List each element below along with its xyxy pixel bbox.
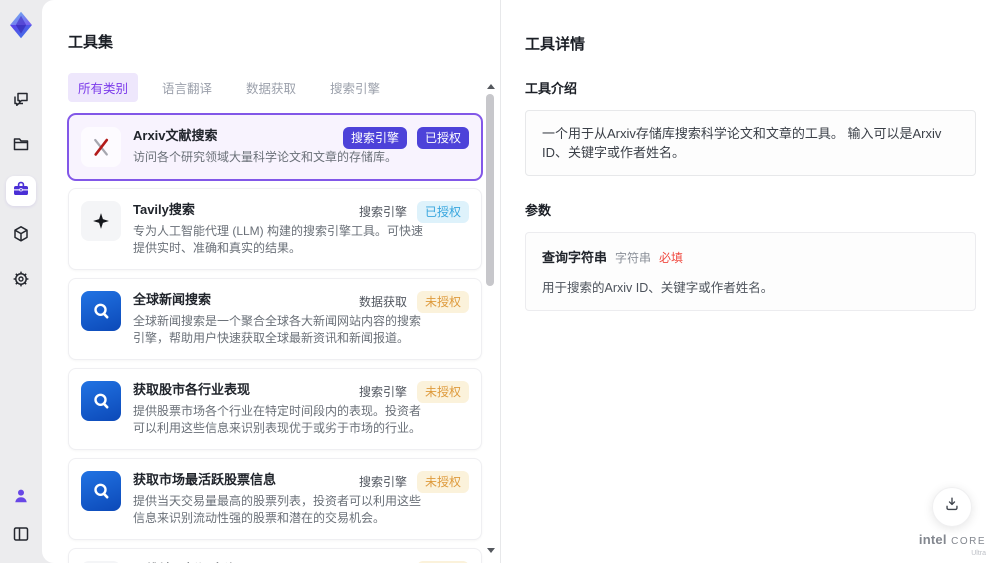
category-tab[interactable]: 语言翻译	[152, 73, 222, 102]
param-required-badge: 必填	[659, 251, 684, 266]
scroll-down-arrow-icon[interactable]	[487, 548, 495, 553]
sidebar-bottom	[6, 483, 36, 551]
param-name: 查询字符串	[542, 250, 608, 266]
sidebar-item-tools[interactable]	[6, 176, 36, 206]
detail-title: 工具详情	[525, 36, 586, 54]
user-icon	[11, 486, 31, 511]
tool-description: 提供当天交易量最高的股票列表，投资者可以利用这些信息来识别流动性强的股票和潜在的…	[133, 494, 422, 526]
tool-description: 专为人工智能代理 (LLM) 构建的搜索引擎工具。可快速提供实时、准确和真实的结…	[133, 224, 424, 256]
sidebar-item-models[interactable]	[6, 221, 36, 251]
category-badge: 数据获取	[358, 295, 407, 310]
param-type: 字符串	[615, 251, 652, 266]
sidebar-item-profile[interactable]	[6, 483, 36, 513]
sidebar-nav	[6, 86, 36, 296]
category-badge: 搜索引擎	[358, 475, 407, 490]
param-description: 用于搜索的Arxiv ID、关键字或作者姓名。	[542, 281, 774, 296]
tool-card[interactable]: 获取股市各行业表现 提供股票市场各个行业在特定时间段内的表现。投资者可以利用这些…	[68, 368, 482, 451]
app-logo-diamond-icon[interactable]	[6, 10, 36, 40]
intel-core-logo: intel CORE Ultra	[919, 532, 986, 557]
briefcase-icon	[11, 179, 31, 204]
param-list: 查询字符串 字符串 必填 用于搜索的Arxiv ID、关键字或作者姓名。	[525, 232, 976, 312]
page-title: 工具集	[68, 34, 114, 52]
tool-card[interactable]: Tavily搜索 专为人工智能代理 (LLM) 构建的搜索引擎工具。可快速提供实…	[68, 188, 482, 271]
tool-description: 全球新闻搜索是一个聚合全球各大新闻网站内容的搜索引擎，帮助用户快速获取全球最新资…	[133, 314, 422, 346]
category-tab[interactable]: 搜索引擎	[320, 73, 390, 102]
stock-search-logo-icon	[81, 471, 121, 512]
brand-intel: intel	[918, 531, 947, 547]
sidebar-item-files[interactable]	[6, 131, 36, 161]
tool-description: 访问各个研究领域大量科学论文和文章的存储库。	[133, 150, 398, 165]
tool-card[interactable]: 全球新闻搜索 全球新闻搜索是一个聚合全球各大新闻网站内容的搜索引擎，帮助用户快速…	[68, 278, 482, 361]
status-badge: 已授权	[416, 201, 469, 224]
arxiv-logo-icon	[81, 127, 121, 168]
list-scrollbar	[484, 84, 496, 553]
folder-icon	[11, 134, 31, 159]
panel-icon	[11, 524, 31, 549]
status-badge: 未授权	[416, 381, 469, 404]
status-badge: 已授权	[416, 127, 469, 150]
sidebar-item-chat[interactable]	[6, 86, 36, 116]
brand-ultra: Ultra	[971, 549, 986, 557]
news-search-logo-icon	[81, 291, 121, 332]
corner-widgets: intel CORE Ultra	[919, 486, 986, 557]
tool-card-list: Arxiv文献搜索 访问各个研究领域大量科学论文和文章的存储库。 搜索引擎 已授…	[68, 114, 482, 563]
sidebar-item-collapse[interactable]	[6, 521, 36, 551]
sidebar-item-settings[interactable]	[6, 266, 36, 296]
param-item: 查询字符串 字符串 必填 用于搜索的Arxiv ID、关键字或作者姓名。	[525, 232, 976, 312]
app-window: 工具集 所有类别 语言翻译 数据获取 搜索引擎 Arxiv文献搜索 访问各个研究…	[0, 0, 1000, 563]
scrollbar-thumb[interactable]	[486, 94, 494, 286]
category-badge: 搜索引擎	[358, 205, 407, 220]
category-tab[interactable]: 所有类别	[68, 73, 139, 103]
category-tabs: 所有类别 语言翻译 数据获取 搜索引擎	[68, 73, 500, 103]
scroll-up-arrow-icon[interactable]	[487, 84, 495, 89]
cube-icon	[11, 224, 31, 249]
sidebar	[0, 0, 42, 563]
gear-icon	[11, 269, 31, 294]
tool-intro-text: 一个用于从Arxiv存储库搜索科学论文和文章的工具。 输入可以是Arxiv ID…	[525, 110, 976, 177]
tool-detail-panel: 工具详情 工具介绍 一个用于从Arxiv存储库搜索科学论文和文章的工具。 输入可…	[500, 0, 1000, 563]
status-badge: 未授权	[416, 471, 469, 494]
category-tab[interactable]: 数据获取	[236, 73, 306, 102]
stock-search-logo-icon	[81, 381, 121, 422]
tool-description: 提供股票市场各个行业在特定时间段内的表现。投资者可以利用这些信息来识别表现优于或…	[133, 404, 422, 436]
tool-card[interactable]: 获取市场最活跃股票信息 提供当天交易量最高的股票列表，投资者可以利用这些信息来识…	[68, 458, 482, 541]
tool-card[interactable]: 万维地区新闻查询 查询具体行政区划内的新闻，快速了解各地新闻动态 搜索引擎 未授…	[68, 548, 482, 563]
brand-core: CORE	[951, 535, 986, 547]
chat-icon	[11, 89, 31, 114]
download-button[interactable]	[932, 486, 973, 527]
category-badge: 搜索引擎	[342, 127, 407, 150]
download-icon	[943, 495, 961, 518]
tool-list-panel: 工具集 所有类别 语言翻译 数据获取 搜索引擎 Arxiv文献搜索 访问各个研究…	[42, 0, 500, 563]
status-badge: 未授权	[416, 291, 469, 314]
params-heading: 参数	[525, 203, 552, 219]
category-badge: 搜索引擎	[358, 385, 407, 400]
tool-card[interactable]: Arxiv文献搜索 访问各个研究领域大量科学论文和文章的存储库。 搜索引擎 已授…	[68, 114, 482, 181]
main-content: 工具集 所有类别 语言翻译 数据获取 搜索引擎 Arxiv文献搜索 访问各个研究…	[42, 0, 1000, 563]
sparkle-star-icon	[81, 201, 121, 242]
intro-heading: 工具介绍	[525, 81, 578, 97]
